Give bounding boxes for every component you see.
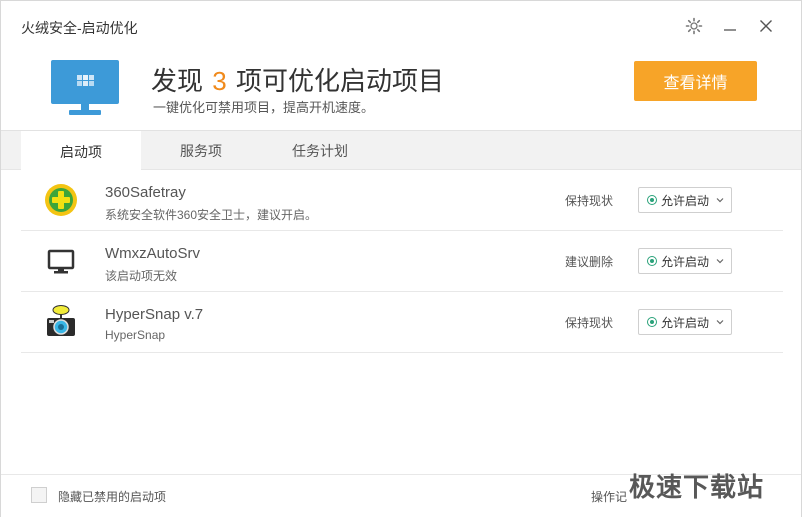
list-item: HyperSnap v.7 HyperSnap 保持现状 允许启动 <box>21 292 783 353</box>
close-icon[interactable] <box>755 15 777 37</box>
item-name: 360Safetray <box>105 184 186 201</box>
item-name: WmxzAutoSrv <box>105 245 201 262</box>
360-safe-icon <box>43 182 79 218</box>
tab-scheduled-tasks[interactable]: 任务计划 <box>260 131 380 171</box>
settings-gear-icon[interactable] <box>683 15 705 37</box>
chevron-down-icon <box>715 195 725 205</box>
allow-radio-icon <box>647 195 657 205</box>
watermark-text: 极速下载站 <box>629 472 765 502</box>
startup-action-select[interactable]: 允许启动 <box>638 187 732 213</box>
item-description: HyperSnap <box>105 328 166 342</box>
chevron-down-icon <box>715 317 725 327</box>
chevron-down-icon <box>715 256 725 266</box>
allow-radio-icon <box>647 256 657 266</box>
item-status: 保持现状 <box>565 194 614 208</box>
headline-prefix: 发现 <box>151 66 204 96</box>
title-bar: 火绒安全-启动优化 <box>1 1 801 47</box>
startup-action-select[interactable]: 允许启动 <box>638 248 732 274</box>
page-headline: 发现 3 项可优化启动项目 <box>151 61 444 98</box>
item-status: 保持现状 <box>565 316 614 330</box>
minimize-icon[interactable] <box>719 15 741 37</box>
optimizable-count: 3 <box>212 66 227 96</box>
item-description: 该启动项无效 <box>105 269 178 283</box>
window-title: 火绒安全-启动优化 <box>21 20 138 36</box>
monitor-icon <box>43 243 79 279</box>
item-description: 系统安全软件360安全卫士，建议开启。 <box>105 208 318 222</box>
tab-startup-items[interactable]: 启动项 <box>21 131 141 172</box>
item-status: 建议删除 <box>565 255 614 269</box>
operation-log-link[interactable]: 操作记 <box>591 488 627 505</box>
select-value: 允许启动 <box>661 315 710 330</box>
list-item: 360Safetray 系统安全软件360安全卫士，建议开启。 保持现状 允许启… <box>21 170 783 231</box>
item-name: HyperSnap v.7 <box>105 306 204 323</box>
camera-icon <box>43 304 79 340</box>
app-window: 火绒安全-启动优化 发现 3 项可优化启动项目 一键优化可禁用项目，提高开机速度… <box>0 0 802 517</box>
view-details-button[interactable]: 查看详情 <box>634 61 757 101</box>
monitor-illustration-icon <box>49 58 121 118</box>
hide-disabled-label: 隐藏已禁用的启动项 <box>58 490 167 504</box>
select-value: 允许启动 <box>661 254 710 269</box>
list-item: WmxzAutoSrv 该启动项无效 建议删除 允许启动 <box>21 231 783 292</box>
tab-services[interactable]: 服务项 <box>141 131 261 171</box>
select-value: 允许启动 <box>661 193 710 208</box>
tab-bar: 启动项 服务项 任务计划 <box>1 130 801 172</box>
hide-disabled-checkbox[interactable] <box>31 487 47 503</box>
startup-action-select[interactable]: 允许启动 <box>638 309 732 335</box>
headline-suffix: 项可优化启动项目 <box>235 66 444 96</box>
page-subline: 一键优化可禁用项目，提高开机速度。 <box>153 100 375 115</box>
allow-radio-icon <box>647 317 657 327</box>
